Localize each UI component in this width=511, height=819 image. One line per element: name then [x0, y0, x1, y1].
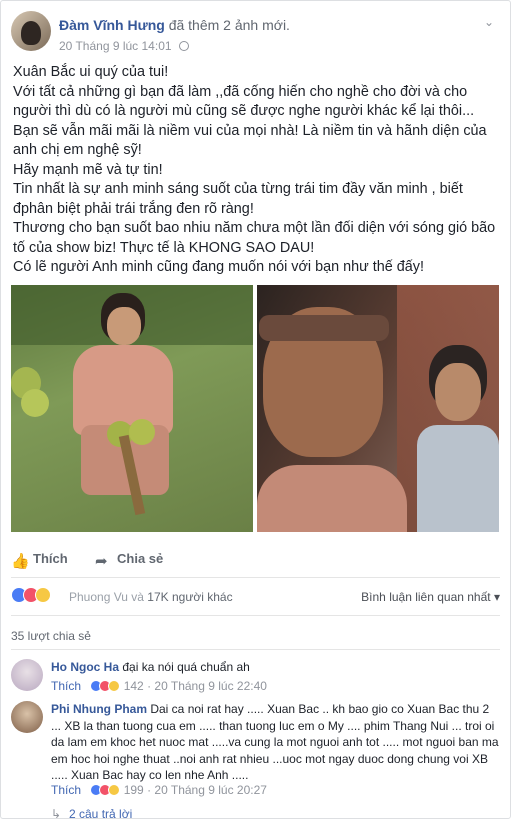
comment-like-link[interactable]: Thích: [51, 679, 81, 693]
post-line: Có lẽ người Anh minh cũng đang muốn nói …: [13, 259, 424, 275]
commenter-name[interactable]: Ho Ngoc Ha: [51, 660, 119, 674]
chevron-down-icon[interactable]: ⌄: [482, 15, 496, 29]
post-line: Tin nhất là sự anh minh sáng suốt của từ…: [13, 181, 463, 217]
post-header: Đàm Vĩnh Hưng đã thêm 2 ảnh mới. 20 Thán…: [11, 11, 500, 55]
comment-reaction-count[interactable]: 142: [124, 679, 144, 693]
post-line: Hãy mạnh mẽ và tự tin!: [13, 161, 163, 178]
haha-reaction-icon: [108, 784, 121, 796]
comment: Ho Ngoc Ha đại ka nói quá chuẩn ah Thích…: [11, 659, 500, 699]
caret-down-icon: ▾: [493, 590, 500, 604]
like-label: Thích: [33, 551, 68, 566]
post-body: Xuân Bắc ui quý của tui! Với tất cả nhữn…: [13, 63, 503, 278]
facebook-post: Đàm Vĩnh Hưng đã thêm 2 ảnh mới. 20 Thán…: [0, 0, 511, 819]
post-meta: 20 Tháng 9 lúc 14:01: [59, 39, 189, 53]
post-line: Xuân Bắc ui quý của tui!: [13, 64, 169, 80]
post-actions: 👍 Thích ➦ Chia sẻ: [11, 545, 500, 575]
reaction-names[interactable]: Phuong Vu và 17K người khác: [69, 590, 233, 604]
share-label: Chia sẻ: [117, 551, 164, 566]
photo-man-in-field[interactable]: [11, 285, 253, 532]
comment: Phi Nhung Pham Dai ca noi rat hay ..... …: [11, 701, 500, 805]
divider: [11, 615, 500, 616]
author-name[interactable]: Đàm Vĩnh Hưng: [59, 17, 165, 33]
comment-filter-dropdown[interactable]: Bình luận liên quan nhất ▾: [361, 590, 500, 604]
replies-label: 2 câu trả lời: [69, 807, 133, 819]
comment-time[interactable]: 20 Tháng 9 lúc 20:27: [154, 783, 267, 797]
reaction-summary[interactable]: Phuong Vu và 17K người khác Bình luận li…: [11, 587, 500, 609]
like-button[interactable]: 👍 Thích: [11, 551, 68, 570]
post-timestamp[interactable]: 20 Tháng 9 lúc 14:01: [59, 39, 172, 53]
haha-reaction-icon: [35, 587, 51, 603]
divider: [11, 649, 500, 650]
comment-meta: Thích 142 · 20 Tháng 9 lúc 22:40: [51, 679, 267, 693]
post-action: đã thêm 2 ảnh mới.: [168, 17, 290, 33]
reaction-others: 17K người khác: [147, 590, 233, 604]
post-line: Thương cho bạn suốt bao nhiu năm chưa mộ…: [13, 220, 496, 256]
thumbs-up-icon: 👍: [11, 553, 30, 570]
comment-meta: Thích 199 · 20 Tháng 9 lúc 20:27: [51, 783, 267, 797]
author-avatar[interactable]: [11, 11, 51, 51]
comment-body: Phi Nhung Pham Dai ca noi rat hay ..... …: [51, 701, 500, 784]
photo-man-closeup[interactable]: [257, 285, 499, 532]
commenter-name[interactable]: Phi Nhung Pham: [51, 702, 147, 716]
comment-body: Ho Ngoc Ha đại ka nói quá chuẩn ah: [51, 659, 500, 676]
reactor-names: Phuong Vu và: [69, 590, 144, 604]
author-line: Đàm Vĩnh Hưng đã thêm 2 ảnh mới.: [59, 17, 290, 33]
comment-time[interactable]: 20 Tháng 9 lúc 22:40: [154, 679, 267, 693]
haha-reaction-icon: [108, 680, 121, 692]
view-replies-link[interactable]: ↳ 2 câu trả lời: [51, 807, 132, 819]
share-count[interactable]: 35 lượt chia sẻ: [11, 629, 91, 643]
post-line: Bạn sẽ vẫn mãi mãi là niềm vui của mọi n…: [13, 122, 487, 159]
commenter-avatar[interactable]: [11, 701, 43, 733]
share-button[interactable]: ➦ Chia sẻ: [95, 551, 163, 570]
commenter-avatar[interactable]: [11, 659, 43, 691]
comment-like-link[interactable]: Thích: [51, 783, 81, 797]
share-arrow-icon: ➦: [95, 553, 108, 570]
comment-text: đại ka nói quá chuẩn ah: [122, 660, 250, 674]
reply-arrow-icon: ↳: [51, 807, 62, 819]
divider: [11, 577, 500, 578]
filter-label: Bình luận liên quan nhất: [361, 590, 491, 604]
photo-grid: [11, 285, 499, 532]
globe-icon: [178, 41, 189, 51]
post-line: Với tất cả những gì bạn đã làm ,,đã cống…: [13, 83, 475, 120]
comment-reaction-count[interactable]: 199: [124, 783, 144, 797]
